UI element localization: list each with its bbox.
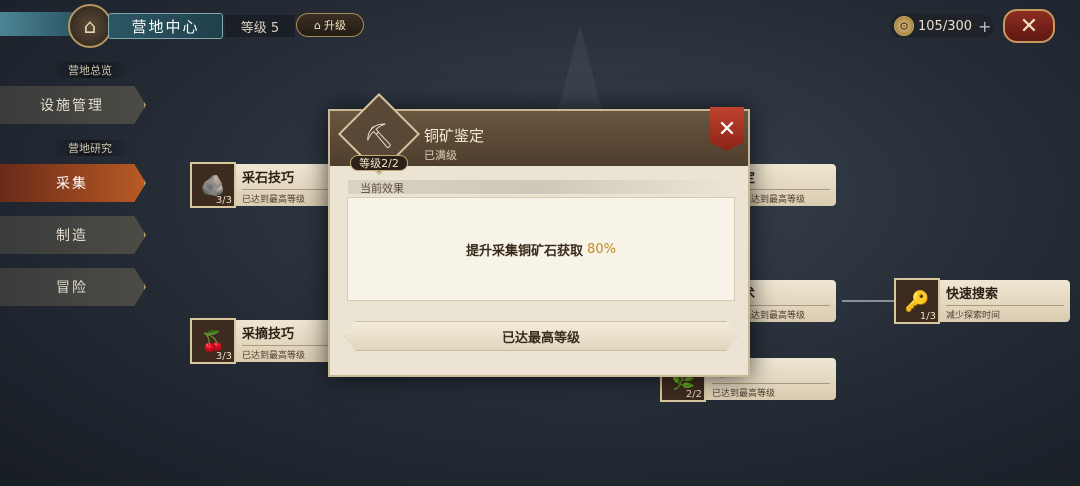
camp-icon: ⌂ [68,4,112,48]
skill-detail-modal: ⛏ 等级2/2 铜矿鉴定 已满级 ✕ 当前效果 提升采集铜矿石获取 80% 已达… [328,92,750,377]
node-status: 已达到最高等级 [242,345,328,361]
section-label-research: 营地研究 [52,140,128,156]
sidebar-item-gather[interactable]: 采集 [0,164,146,202]
effect-value: 80% [587,241,616,257]
modal-status: 已满级 [424,149,457,162]
node-status: 减少探索时间 [946,305,1064,321]
modal-close-button[interactable]: ✕ [710,107,744,151]
sidebar-item-facility[interactable]: 设施管理 [0,86,146,124]
node-count: 3/3 [215,351,232,362]
effect-text: 提升采集铜矿石获取 [466,243,584,259]
node-title: 快速搜索 [946,287,999,302]
modal-header: ⛏ 等级2/2 铜矿鉴定 已满级 ✕ [330,92,748,176]
node-status: 已达到最高等级 [712,383,830,399]
upgrade-button[interactable]: ⌂ 升级 [296,13,364,37]
sidebar-item-adventure[interactable]: 冒险 [0,268,146,306]
currency-value: 105/300 [918,18,973,34]
upgrade-icon: ⌂ [314,18,321,32]
node-count: 3/3 [215,195,232,206]
node-status: 已达到最高等级 [742,189,830,205]
node-count: 2/2 [685,389,702,400]
key-icon: 🔑 1/3 [894,278,940,324]
upgrade-label: 升级 [323,19,346,32]
node-title: 定 [742,167,830,186]
skill-node-pick[interactable]: 🍒 3/3 采摘技巧 已达到最高等级 [190,318,334,364]
tree-connector [842,300,894,302]
stone-icon: 🪨 3/3 [190,162,236,208]
copper-ore-icon: ⛏ [363,122,395,150]
skill-node-stone[interactable]: 🪨 3/3 采石技巧 已达到最高等级 [190,162,334,208]
node-count: 1/3 [919,311,936,322]
node-title: 采摘技巧 [242,327,295,342]
node-status: 已达到最高等级 [242,189,328,205]
coin-icon: ⚙ [894,16,914,36]
sidebar-item-craft[interactable]: 制造 [0,216,146,254]
close-button[interactable]: ✕ [1003,9,1055,43]
node-title: 术 [742,283,830,302]
effect-box: 提升采集铜矿石获取 80% [347,197,735,301]
node-title: 采石技巧 [242,171,295,186]
node-status: 已达到最高等级 [742,305,830,321]
section-label-overview: 营地总览 [52,62,128,78]
add-currency-button[interactable]: + [978,17,991,36]
modal-level-badge: 等级2/2 [350,155,408,171]
currency-display: ⚙ 105/300 + [890,14,994,38]
modal-title: 铜矿鉴定 [424,127,485,145]
camp-level: 等级 5 [225,15,295,37]
berry-icon: 🍒 3/3 [190,318,236,364]
skill-node-search[interactable]: 🔑 1/3 快速搜索 减少探索时间 [894,278,1070,324]
max-level-button[interactable]: 已达最高等级 [344,321,738,351]
effect-label: 当前效果 [348,180,728,195]
top-strip [0,12,75,36]
skill-node-partial-2[interactable]: 术 已达到最高等级 [736,278,836,324]
page-title: 营地中心 [108,13,223,39]
skill-node-partial-1[interactable]: 定 已达到最高等级 [736,162,836,208]
